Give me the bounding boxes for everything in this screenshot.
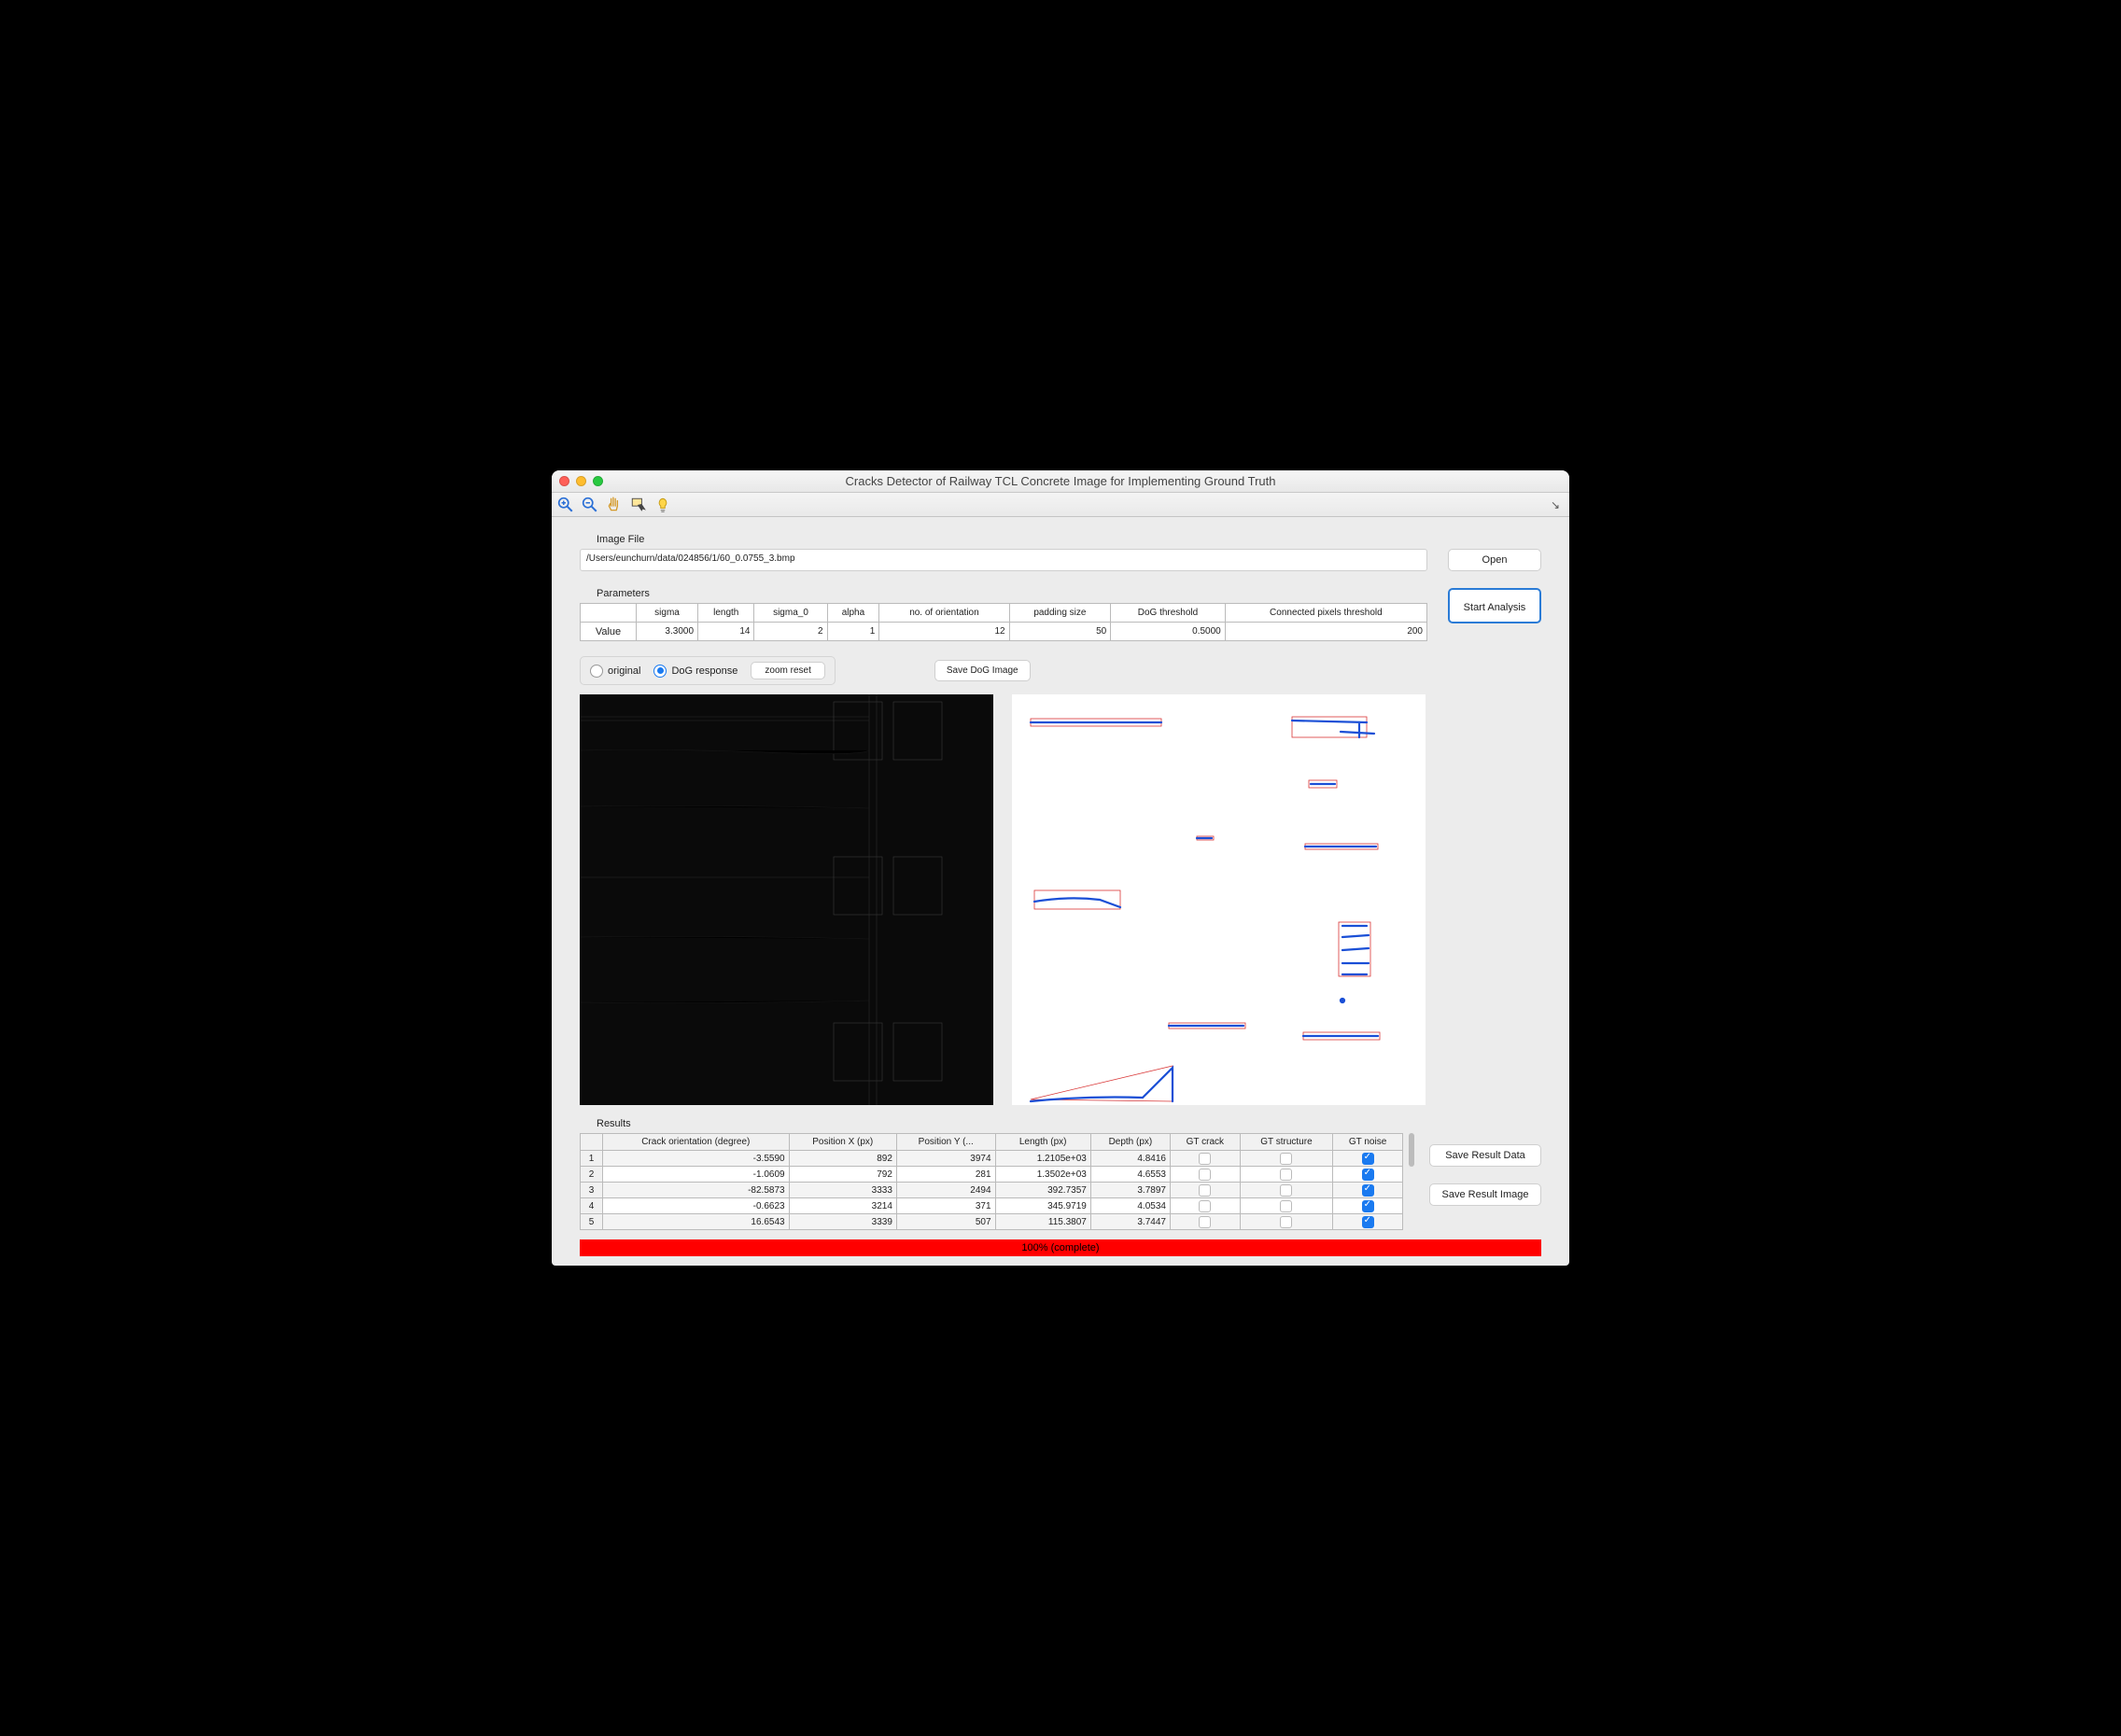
gt-structure-checkbox[interactable] [1280, 1184, 1292, 1197]
light-bulb-icon[interactable] [654, 497, 671, 513]
gt-structure-checkbox[interactable] [1280, 1216, 1292, 1228]
result-length: 1.3502e+03 [995, 1167, 1090, 1183]
result-pos-y: 281 [896, 1167, 995, 1183]
detection-result-panel[interactable] [1012, 694, 1426, 1105]
image-file-label: Image File [597, 534, 1541, 545]
pan-icon[interactable] [606, 497, 623, 513]
result-pos-x: 792 [789, 1167, 896, 1183]
result-orientation: -1.0609 [603, 1167, 790, 1183]
result-pos-x: 892 [789, 1151, 896, 1167]
progress-text: 100% (complete) [1021, 1242, 1099, 1253]
results-scrollbar[interactable] [1409, 1133, 1414, 1167]
close-icon[interactable] [559, 476, 569, 486]
toolbar-expand-icon[interactable]: ↘ [1551, 498, 1564, 511]
start-analysis-button[interactable]: Start Analysis [1448, 588, 1541, 623]
minimize-icon[interactable] [576, 476, 586, 486]
radio-original[interactable]: original [590, 665, 640, 678]
result-length: 1.2105e+03 [995, 1151, 1090, 1167]
result-row-number: 1 [581, 1151, 603, 1167]
result-depth: 4.6553 [1090, 1167, 1170, 1183]
gt-crack-checkbox[interactable] [1199, 1216, 1211, 1228]
gt-crack-checkbox[interactable] [1199, 1184, 1211, 1197]
param-connthresh[interactable]: 200 [1225, 623, 1426, 641]
window-controls [559, 476, 603, 486]
result-pos-y: 371 [896, 1198, 995, 1214]
save-dog-image-button[interactable]: Save DoG Image [934, 660, 1031, 681]
toolbar: ↘ [552, 493, 1569, 517]
param-row-label: Value [581, 623, 637, 641]
gt-crack-checkbox[interactable] [1199, 1200, 1211, 1212]
param-alpha[interactable]: 1 [827, 623, 879, 641]
titlebar: Cracks Detector of Railway TCL Concrete … [552, 470, 1569, 493]
app-window: Cracks Detector of Railway TCL Concrete … [552, 470, 1569, 1266]
progress-bar: 100% (complete) [580, 1239, 1541, 1256]
param-length[interactable]: 14 [698, 623, 754, 641]
gt-noise-checkbox[interactable] [1362, 1184, 1374, 1197]
result-orientation: -3.5590 [603, 1151, 790, 1167]
result-orientation: -82.5873 [603, 1183, 790, 1198]
save-result-image-button[interactable]: Save Result Image [1429, 1183, 1541, 1206]
result-pos-y: 2494 [896, 1183, 995, 1198]
result-pos-y: 507 [896, 1214, 995, 1230]
result-depth: 4.8416 [1090, 1151, 1170, 1167]
dog-response-panel[interactable] [580, 694, 993, 1105]
result-row-number: 5 [581, 1214, 603, 1230]
result-row-number: 2 [581, 1167, 603, 1183]
param-padding[interactable]: 50 [1009, 623, 1111, 641]
result-orientation: -0.6623 [603, 1198, 790, 1214]
result-pos-y: 3974 [896, 1151, 995, 1167]
save-result-data-button[interactable]: Save Result Data [1429, 1144, 1541, 1167]
result-pos-x: 3214 [789, 1198, 896, 1214]
param-noorient[interactable]: 12 [879, 623, 1009, 641]
result-row-number: 4 [581, 1198, 603, 1214]
parameters-table[interactable]: sigma length sigma_0 alpha no. of orient… [580, 603, 1427, 641]
view-mode-group: original DoG response zoom reset [580, 656, 836, 685]
result-pos-x: 3339 [789, 1214, 896, 1230]
gt-crack-checkbox[interactable] [1199, 1153, 1211, 1165]
gt-structure-checkbox[interactable] [1280, 1153, 1292, 1165]
gt-structure-checkbox[interactable] [1280, 1200, 1292, 1212]
window-title: Cracks Detector of Railway TCL Concrete … [552, 474, 1569, 488]
gt-noise-checkbox[interactable] [1362, 1216, 1374, 1228]
param-sigma[interactable]: 3.3000 [637, 623, 698, 641]
result-orientation: 16.6543 [603, 1214, 790, 1230]
result-depth: 3.7897 [1090, 1183, 1170, 1198]
gt-crack-checkbox[interactable] [1199, 1169, 1211, 1181]
result-depth: 4.0534 [1090, 1198, 1170, 1214]
results-table[interactable]: Crack orientation (degree) Position X (p… [580, 1133, 1403, 1230]
gt-noise-checkbox[interactable] [1362, 1169, 1374, 1181]
result-length: 345.9719 [995, 1198, 1090, 1214]
result-length: 115.3807 [995, 1214, 1090, 1230]
gt-noise-checkbox[interactable] [1362, 1153, 1374, 1165]
result-length: 392.7357 [995, 1183, 1090, 1198]
results-label: Results [597, 1118, 1403, 1129]
image-file-path[interactable]: /Users/eunchurn/data/024856/1/60_0.0755_… [580, 549, 1427, 571]
zoom-reset-button[interactable]: zoom reset [751, 662, 824, 679]
content-area: Image File /Users/eunchurn/data/024856/1… [552, 517, 1569, 1266]
gt-structure-checkbox[interactable] [1280, 1169, 1292, 1181]
result-pos-x: 3333 [789, 1183, 896, 1198]
radio-dog-response[interactable]: DoG response [653, 665, 737, 678]
parameters-label: Parameters [597, 588, 1427, 599]
param-dogthresh[interactable]: 0.5000 [1111, 623, 1226, 641]
result-row-number: 3 [581, 1183, 603, 1198]
zoom-in-icon[interactable] [557, 497, 574, 513]
data-cursor-icon[interactable] [630, 497, 647, 513]
result-depth: 3.7447 [1090, 1214, 1170, 1230]
gt-noise-checkbox[interactable] [1362, 1200, 1374, 1212]
param-sigma0[interactable]: 2 [754, 623, 827, 641]
maximize-icon[interactable] [593, 476, 603, 486]
zoom-out-icon[interactable] [582, 497, 598, 513]
open-button[interactable]: Open [1448, 549, 1541, 571]
